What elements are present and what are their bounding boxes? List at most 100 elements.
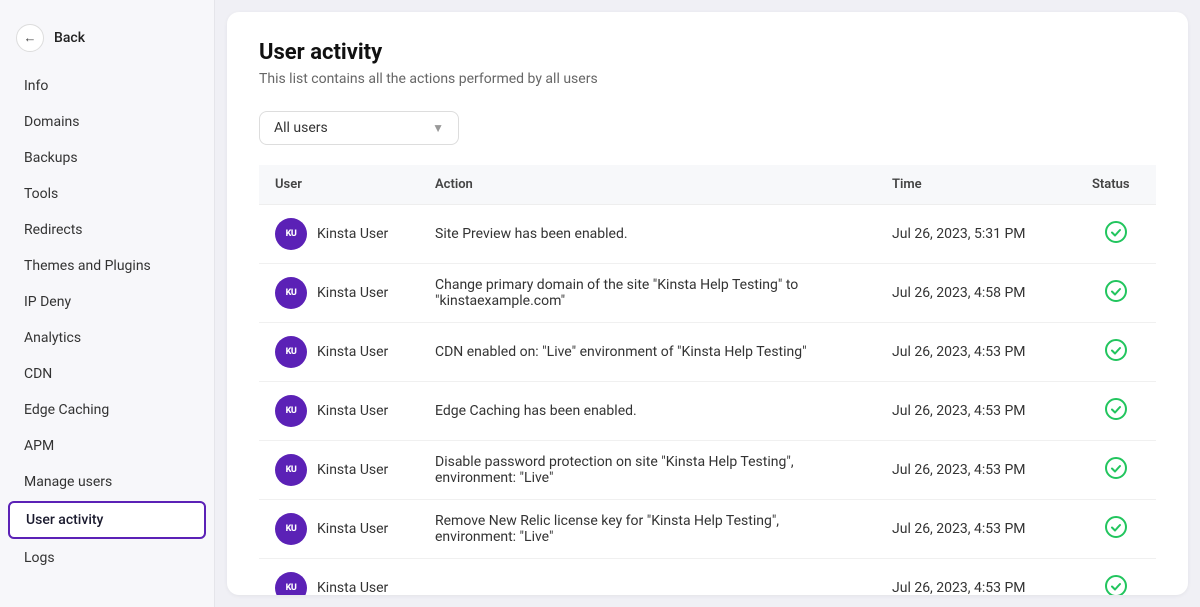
- user-name: Kinsta User: [317, 344, 388, 360]
- col-header-user: User: [259, 165, 419, 205]
- user-cell: KU Kinsta User: [275, 218, 403, 250]
- cell-time: Jul 26, 2023, 4:53 PM: [876, 382, 1076, 441]
- cell-time: Jul 26, 2023, 4:53 PM: [876, 500, 1076, 559]
- avatar-text: KU: [286, 406, 297, 416]
- back-label: Back: [54, 30, 85, 46]
- avatar-text: KU: [286, 229, 297, 239]
- cell-user: KU Kinsta User: [259, 382, 419, 441]
- chevron-down-icon: ▼: [432, 121, 444, 135]
- cell-status: [1076, 500, 1156, 559]
- success-icon: [1105, 398, 1127, 420]
- avatar: KU: [275, 513, 307, 545]
- user-cell: KU Kinsta User: [275, 454, 403, 486]
- user-name: Kinsta User: [317, 285, 388, 301]
- sidebar-item-apm[interactable]: APM: [8, 429, 206, 463]
- sidebar-item-redirects[interactable]: Redirects: [8, 213, 206, 247]
- cell-user: KU Kinsta User: [259, 264, 419, 323]
- avatar: KU: [275, 454, 307, 486]
- table-row: KU Kinsta User CDN enabled on: "Live" en…: [259, 323, 1156, 382]
- cell-user: KU Kinsta User: [259, 500, 419, 559]
- table-header-row: User Action Time Status: [259, 165, 1156, 205]
- sidebar-item-cdn[interactable]: CDN: [8, 357, 206, 391]
- avatar: KU: [275, 395, 307, 427]
- col-header-time: Time: [876, 165, 1076, 205]
- success-icon: [1105, 457, 1127, 479]
- avatar-text: KU: [286, 583, 297, 593]
- cell-action: Site Preview has been enabled.: [419, 205, 876, 264]
- user-name: Kinsta User: [317, 403, 388, 419]
- sidebar-item-analytics[interactable]: Analytics: [8, 321, 206, 355]
- user-name: Kinsta User: [317, 580, 388, 595]
- sidebar-item-edge-caching[interactable]: Edge Caching: [8, 393, 206, 427]
- user-filter-dropdown[interactable]: All users ▼: [259, 111, 459, 145]
- filter-row: All users ▼: [259, 111, 1156, 145]
- avatar-text: KU: [286, 288, 297, 298]
- avatar: KU: [275, 572, 307, 595]
- cell-status: [1076, 205, 1156, 264]
- cell-time: Jul 26, 2023, 4:53 PM: [876, 323, 1076, 382]
- sidebar-item-backups[interactable]: Backups: [8, 141, 206, 175]
- sidebar-item-logs[interactable]: Logs: [8, 541, 206, 575]
- sidebar-item-tools[interactable]: Tools: [8, 177, 206, 211]
- cell-time: Jul 26, 2023, 4:53 PM: [876, 559, 1076, 596]
- cell-action: Edge Caching has been enabled.: [419, 382, 876, 441]
- success-icon: [1105, 280, 1127, 302]
- cell-action: Remove New Relic license key for "Kinsta…: [419, 500, 876, 559]
- sidebar: ← Back InfoDomainsBackupsToolsRedirectsT…: [0, 0, 215, 607]
- cell-action: [419, 559, 876, 596]
- cell-status: [1076, 264, 1156, 323]
- table-row: KU Kinsta User Remove New Relic license …: [259, 500, 1156, 559]
- back-icon: ←: [16, 24, 44, 52]
- avatar: KU: [275, 277, 307, 309]
- success-icon: [1105, 221, 1127, 243]
- col-header-action: Action: [419, 165, 876, 205]
- cell-action: Change primary domain of the site "Kinst…: [419, 264, 876, 323]
- user-cell: KU Kinsta User: [275, 395, 403, 427]
- cell-status: [1076, 323, 1156, 382]
- cell-status: [1076, 382, 1156, 441]
- avatar-text: KU: [286, 465, 297, 475]
- back-button[interactable]: ← Back: [0, 16, 214, 68]
- page-subtitle: This list contains all the actions perfo…: [259, 71, 1156, 87]
- cell-time: Jul 26, 2023, 4:53 PM: [876, 441, 1076, 500]
- sidebar-item-domains[interactable]: Domains: [8, 105, 206, 139]
- sidebar-item-ip-deny[interactable]: IP Deny: [8, 285, 206, 319]
- user-name: Kinsta User: [317, 226, 388, 242]
- user-cell: KU Kinsta User: [275, 513, 403, 545]
- avatar-text: KU: [286, 524, 297, 534]
- page-title: User activity: [259, 40, 1156, 65]
- avatar: KU: [275, 336, 307, 368]
- avatar-text: KU: [286, 347, 297, 357]
- main-content: User activity This list contains all the…: [227, 12, 1188, 595]
- sidebar-item-user-activity[interactable]: User activity: [8, 501, 206, 539]
- cell-action: Disable password protection on site "Kin…: [419, 441, 876, 500]
- table-row: KU Kinsta User Edge Caching has been ena…: [259, 382, 1156, 441]
- user-cell: KU Kinsta User: [275, 277, 403, 309]
- user-name: Kinsta User: [317, 462, 388, 478]
- dropdown-value: All users: [274, 120, 328, 136]
- table-row: KU Kinsta User Disable password protecti…: [259, 441, 1156, 500]
- cell-user: KU Kinsta User: [259, 559, 419, 596]
- user-cell: KU Kinsta User: [275, 572, 403, 595]
- cell-time: Jul 26, 2023, 4:58 PM: [876, 264, 1076, 323]
- activity-table: User Action Time Status KU Kinsta User S…: [259, 165, 1156, 595]
- cell-user: KU Kinsta User: [259, 323, 419, 382]
- cell-action: CDN enabled on: "Live" environment of "K…: [419, 323, 876, 382]
- sidebar-item-info[interactable]: Info: [8, 69, 206, 103]
- sidebar-item-manage-users[interactable]: Manage users: [8, 465, 206, 499]
- cell-status: [1076, 441, 1156, 500]
- success-icon: [1105, 339, 1127, 361]
- sidebar-item-themes-plugins[interactable]: Themes and Plugins: [8, 249, 206, 283]
- table-row: KU Kinsta User Change primary domain of …: [259, 264, 1156, 323]
- avatar: KU: [275, 218, 307, 250]
- cell-user: KU Kinsta User: [259, 205, 419, 264]
- user-name: Kinsta User: [317, 521, 388, 537]
- success-icon: [1105, 516, 1127, 538]
- table-row: KU Kinsta User Jul 26, 2023, 4:53 PM: [259, 559, 1156, 596]
- sidebar-nav: InfoDomainsBackupsToolsRedirectsThemes a…: [0, 68, 214, 576]
- col-header-status: Status: [1076, 165, 1156, 205]
- cell-user: KU Kinsta User: [259, 441, 419, 500]
- cell-time: Jul 26, 2023, 5:31 PM: [876, 205, 1076, 264]
- cell-status: [1076, 559, 1156, 596]
- success-icon: [1105, 575, 1127, 595]
